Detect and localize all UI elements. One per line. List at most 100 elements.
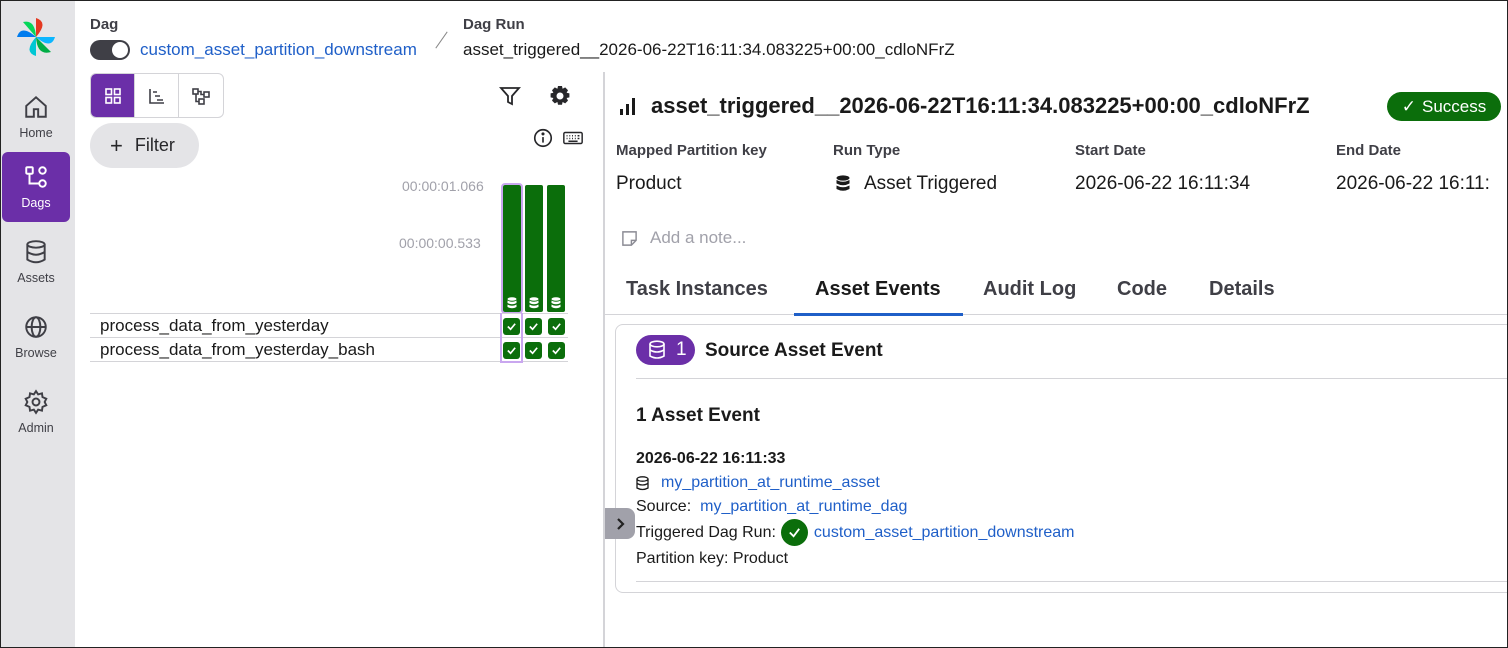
nav-assets[interactable]: Assets: [2, 227, 70, 297]
check-icon: [507, 347, 516, 355]
duration-tick-max: 00:00:01.066: [402, 178, 484, 194]
grid-view-icon: [104, 87, 121, 104]
nav-browse-label: Browse: [15, 346, 57, 360]
nav-browse[interactable]: Browse: [2, 302, 70, 372]
meta-value-partition: Product: [616, 173, 682, 194]
filter-icon[interactable]: [498, 84, 522, 108]
asset-event-heading: 1 Asset Event: [636, 405, 760, 426]
card-divider: [636, 581, 1508, 582]
partition-key: Partition key: Product: [636, 550, 789, 567]
task-instance-success[interactable]: [503, 342, 520, 359]
asset-link[interactable]: my_partition_at_runtime_asset: [661, 474, 880, 492]
check-icon: [789, 528, 800, 538]
expand-panel-button[interactable]: [605, 508, 635, 539]
sidebar-nav: Home Dags Assets Browse Admin: [0, 0, 75, 648]
dag-run-label: Dag Run: [463, 16, 525, 33]
tab-asset-events[interactable]: Asset Events: [815, 278, 941, 301]
dag-run-id: asset_triggered__2026-06-22T16:11:34.083…: [463, 40, 955, 59]
tab-task-instances[interactable]: Task Instances: [626, 278, 768, 301]
globe-icon: [25, 316, 47, 338]
check-icon: [507, 323, 516, 331]
note-icon: [622, 230, 637, 246]
task-instance-success[interactable]: [525, 342, 542, 359]
tab-details[interactable]: Details: [1209, 278, 1275, 301]
card-title: Source Asset Event: [705, 340, 883, 361]
meta-value-end-date: 2026-06-22 16:11:: [1336, 173, 1490, 194]
meta-label-start-date: Start Date: [1075, 142, 1146, 159]
grid-view-button[interactable]: [91, 74, 135, 117]
add-note-button[interactable]: Add a note...: [621, 228, 746, 248]
run-title: asset_triggered__2026-06-22T16:11:34.083…: [651, 93, 1310, 118]
gear-icon: [24, 389, 48, 415]
gantt-view-button[interactable]: [135, 74, 179, 117]
dag-run-bar[interactable]: [501, 183, 523, 314]
dag-run-bar[interactable]: [547, 185, 565, 312]
nav-home-label: Home: [19, 126, 53, 140]
view-mode-switcher: [90, 73, 224, 118]
plus-icon: +: [110, 132, 123, 158]
check-icon: ✓: [1401, 96, 1416, 116]
active-tab-indicator: [794, 313, 963, 316]
meta-label-run-type: Run Type: [833, 142, 901, 159]
database-icon: [649, 340, 665, 359]
triggered-dag-run-link[interactable]: custom_asset_partition_downstream: [814, 524, 1075, 542]
triggered-dag-run-row: Triggered Dag Run: custom_asset_partitio…: [636, 519, 1075, 546]
nav-home[interactable]: Home: [2, 82, 70, 152]
meta-value-start-date: 2026-06-22 16:11:34: [1075, 173, 1251, 194]
add-filter-button[interactable]: + Filter: [90, 123, 199, 168]
tab-code[interactable]: Code: [1117, 278, 1167, 301]
task-name[interactable]: process_data_from_yesterday_bash: [100, 340, 375, 360]
gantt-view-icon: [148, 88, 164, 104]
chevron-right-icon: [617, 517, 625, 530]
dag-label: Dag: [90, 16, 119, 33]
task-row[interactable]: process_data_from_yesterday_bash: [90, 337, 568, 362]
panel-resize-handle[interactable]: [603, 72, 605, 648]
task-name[interactable]: process_data_from_yesterday: [100, 316, 329, 336]
partition-row: Partition key: Product: [636, 550, 788, 568]
database-icon: [551, 297, 561, 309]
duration-tick-mid: 00:00:00.533: [399, 235, 481, 251]
status-text: Success: [1422, 96, 1487, 116]
success-state-icon: [780, 519, 808, 546]
database-icon: [26, 240, 46, 264]
source-label: Source:: [636, 498, 692, 515]
check-icon: [529, 323, 538, 331]
task-instance-success[interactable]: [548, 318, 565, 335]
tab-audit-log[interactable]: Audit Log: [983, 278, 1076, 301]
status-badge: ✓ Success: [1387, 92, 1501, 121]
airflow-logo[interactable]: [15, 16, 57, 58]
task-instance-success[interactable]: [525, 318, 542, 335]
graph-view-button[interactable]: [179, 74, 223, 117]
dag-run-bar[interactable]: [525, 185, 543, 312]
asset-row: my_partition_at_runtime_asset: [636, 474, 880, 492]
task-instance-success[interactable]: [548, 342, 565, 359]
home-icon: [25, 95, 47, 118]
dags-icon: [25, 166, 47, 188]
task-instance-success[interactable]: [503, 318, 520, 335]
meta-label-end-date: End Date: [1336, 142, 1402, 159]
info-icon[interactable]: [532, 127, 554, 149]
task-row[interactable]: process_data_from_yesterday: [90, 313, 568, 337]
check-icon: [552, 347, 561, 355]
settings-gear-icon[interactable]: [548, 84, 572, 108]
nav-admin[interactable]: Admin: [2, 377, 70, 447]
note-placeholder: Add a note...: [650, 228, 747, 247]
dag-name-link[interactable]: custom_asset_partition_downstream: [140, 40, 417, 60]
dag-pause-toggle[interactable]: [90, 40, 130, 60]
meta-value-run-type: Asset Triggered: [864, 173, 998, 194]
nav-dags-label: Dags: [21, 196, 51, 210]
check-icon: [529, 347, 538, 355]
triggered-label: Triggered Dag Run:: [636, 523, 776, 541]
tabs-divider: [605, 314, 1508, 315]
asset-event-timestamp: 2026-06-22 16:11:33: [636, 450, 786, 467]
source-dag-link[interactable]: my_partition_at_runtime_dag: [700, 498, 907, 516]
keyboard-icon[interactable]: [562, 127, 584, 149]
database-icon: [636, 475, 649, 490]
breadcrumb-separator: [435, 31, 448, 49]
check-icon: [552, 323, 561, 331]
nav-dags[interactable]: Dags: [2, 152, 70, 222]
meta-label-partition: Mapped Partition key: [616, 142, 767, 159]
database-icon: [507, 297, 517, 309]
nav-assets-label: Assets: [17, 271, 55, 285]
source-row: Source: my_partition_at_runtime_dag: [636, 498, 907, 516]
